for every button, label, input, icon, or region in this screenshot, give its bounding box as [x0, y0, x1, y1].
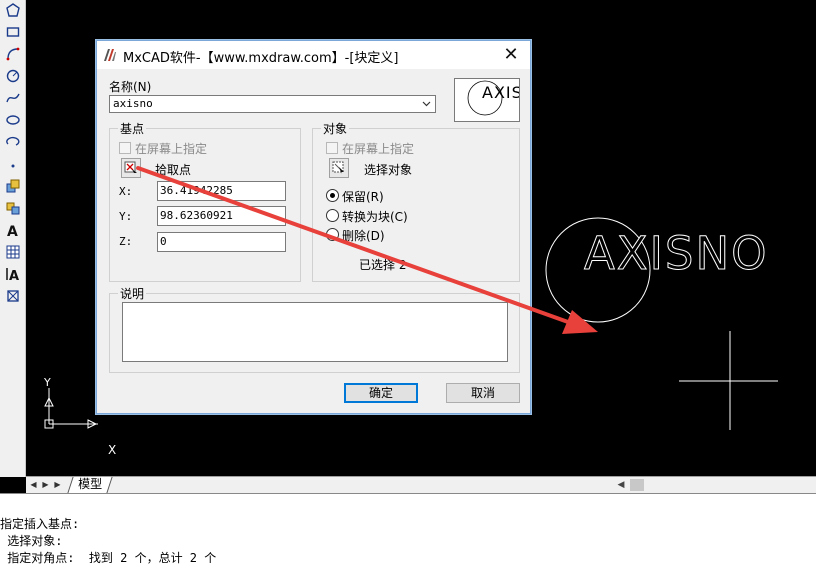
base-on-screen-checkbox[interactable]: [119, 142, 131, 154]
dialog-title: MxCAD软件-【www.mxdraw.com】-[块定义]: [123, 51, 399, 66]
pick-point-button[interactable]: [121, 158, 141, 178]
layout-tab-bar: ◀ ▶ ▶ 模型 ◀: [26, 476, 816, 493]
objects-on-screen-checkbox[interactable]: [326, 142, 338, 154]
arc-tool-icon[interactable]: [3, 44, 23, 64]
block-text: AXISNO: [584, 227, 769, 280]
z-coordinate-field[interactable]: 0: [157, 232, 286, 252]
crosshair-cursor: [679, 331, 778, 430]
first-tab-icon[interactable]: ◀: [28, 478, 39, 491]
hatch-tool-icon[interactable]: [3, 286, 23, 306]
description-textarea[interactable]: [122, 302, 508, 362]
command-line: 指定对角点: 找到 2 个，总计 2 个: [0, 551, 217, 565]
table-tool-icon[interactable]: [3, 242, 23, 262]
axis-y-label: Y: [44, 376, 51, 389]
spline-tool-icon[interactable]: [3, 88, 23, 108]
svg-text:A: A: [9, 269, 19, 281]
cancel-button[interactable]: 取消: [446, 383, 520, 403]
convert-to-block-radio[interactable]: [326, 209, 339, 222]
delete-radio[interactable]: [326, 228, 339, 241]
select-objects-button[interactable]: [329, 158, 349, 178]
make-block-tool-icon[interactable]: [3, 198, 23, 218]
block-name-value: axisno: [113, 97, 153, 110]
ok-button[interactable]: 确定: [344, 383, 418, 403]
axis-x-label: X: [108, 443, 117, 457]
scrollbar-thumb[interactable]: [630, 479, 644, 491]
chevron-down-icon[interactable]: [419, 96, 433, 112]
x-coordinate-field[interactable]: 36.41942285: [157, 181, 286, 201]
preview-text: AXIS: [482, 83, 520, 102]
insert-block-tool-icon[interactable]: [3, 176, 23, 196]
block-definition-dialog: MxCAD软件-【www.mxdraw.com】-[块定义] ✕ 名称(N) a…: [96, 40, 531, 414]
block-preview: AXIS: [454, 78, 520, 122]
description-title: 说明: [118, 285, 147, 302]
pick-point-label: 拾取点: [155, 163, 192, 177]
ellipse-arc-tool-icon[interactable]: [3, 132, 23, 152]
mxcad-app-icon: [103, 48, 117, 62]
block-name-combobox[interactable]: axisno: [109, 95, 436, 113]
tab-model[interactable]: 模型: [67, 477, 113, 493]
convert-to-block-label: 转换为块(C): [342, 210, 408, 224]
next-tab-icon[interactable]: ▶: [52, 478, 63, 491]
base-on-screen-label: 在屏幕上指定: [135, 142, 208, 156]
command-line: 指定插入基点:: [0, 517, 80, 531]
z-label: Z:: [119, 235, 133, 248]
objects-title: 对象: [321, 120, 350, 137]
command-line: 选择对象:: [0, 534, 63, 548]
draw-toolbar: A A: [0, 0, 26, 477]
point-tool-icon[interactable]: [3, 154, 23, 174]
delete-label: 删除(D): [342, 229, 385, 243]
close-icon[interactable]: ✕: [500, 44, 522, 66]
objects-on-screen-label: 在屏幕上指定: [342, 142, 415, 156]
ucs-axis-icon: [44, 388, 98, 429]
polygon-tool-icon[interactable]: [3, 0, 23, 20]
rectangle-tool-icon[interactable]: [3, 22, 23, 42]
retain-radio[interactable]: [326, 189, 339, 202]
text-tool-icon[interactable]: A: [3, 220, 23, 240]
circle-tool-icon[interactable]: [3, 66, 23, 86]
name-label: 名称(N): [109, 80, 152, 94]
multiline-text-tool-icon[interactable]: A: [3, 264, 23, 284]
base-point-title: 基点: [118, 120, 147, 137]
y-coordinate-field[interactable]: 98.62360921: [157, 206, 286, 226]
prev-tab-icon[interactable]: ▶: [40, 478, 51, 491]
ellipse-tool-icon[interactable]: [3, 110, 23, 130]
selected-count: 已选择 2: [359, 258, 407, 272]
y-label: Y:: [119, 210, 133, 223]
scroll-left-icon[interactable]: ◀: [614, 478, 628, 492]
x-label: X:: [119, 185, 133, 198]
retain-label: 保留(R): [342, 190, 384, 204]
select-objects-label: 选择对象: [364, 163, 413, 177]
dialog-titlebar[interactable]: MxCAD软件-【www.mxdraw.com】-[块定义] ✕: [97, 41, 530, 69]
svg-text:A: A: [7, 224, 18, 237]
command-history: 指定插入基点: 选择对象: 指定对角点: 找到 2 个，总计 2 个: [0, 493, 816, 567]
